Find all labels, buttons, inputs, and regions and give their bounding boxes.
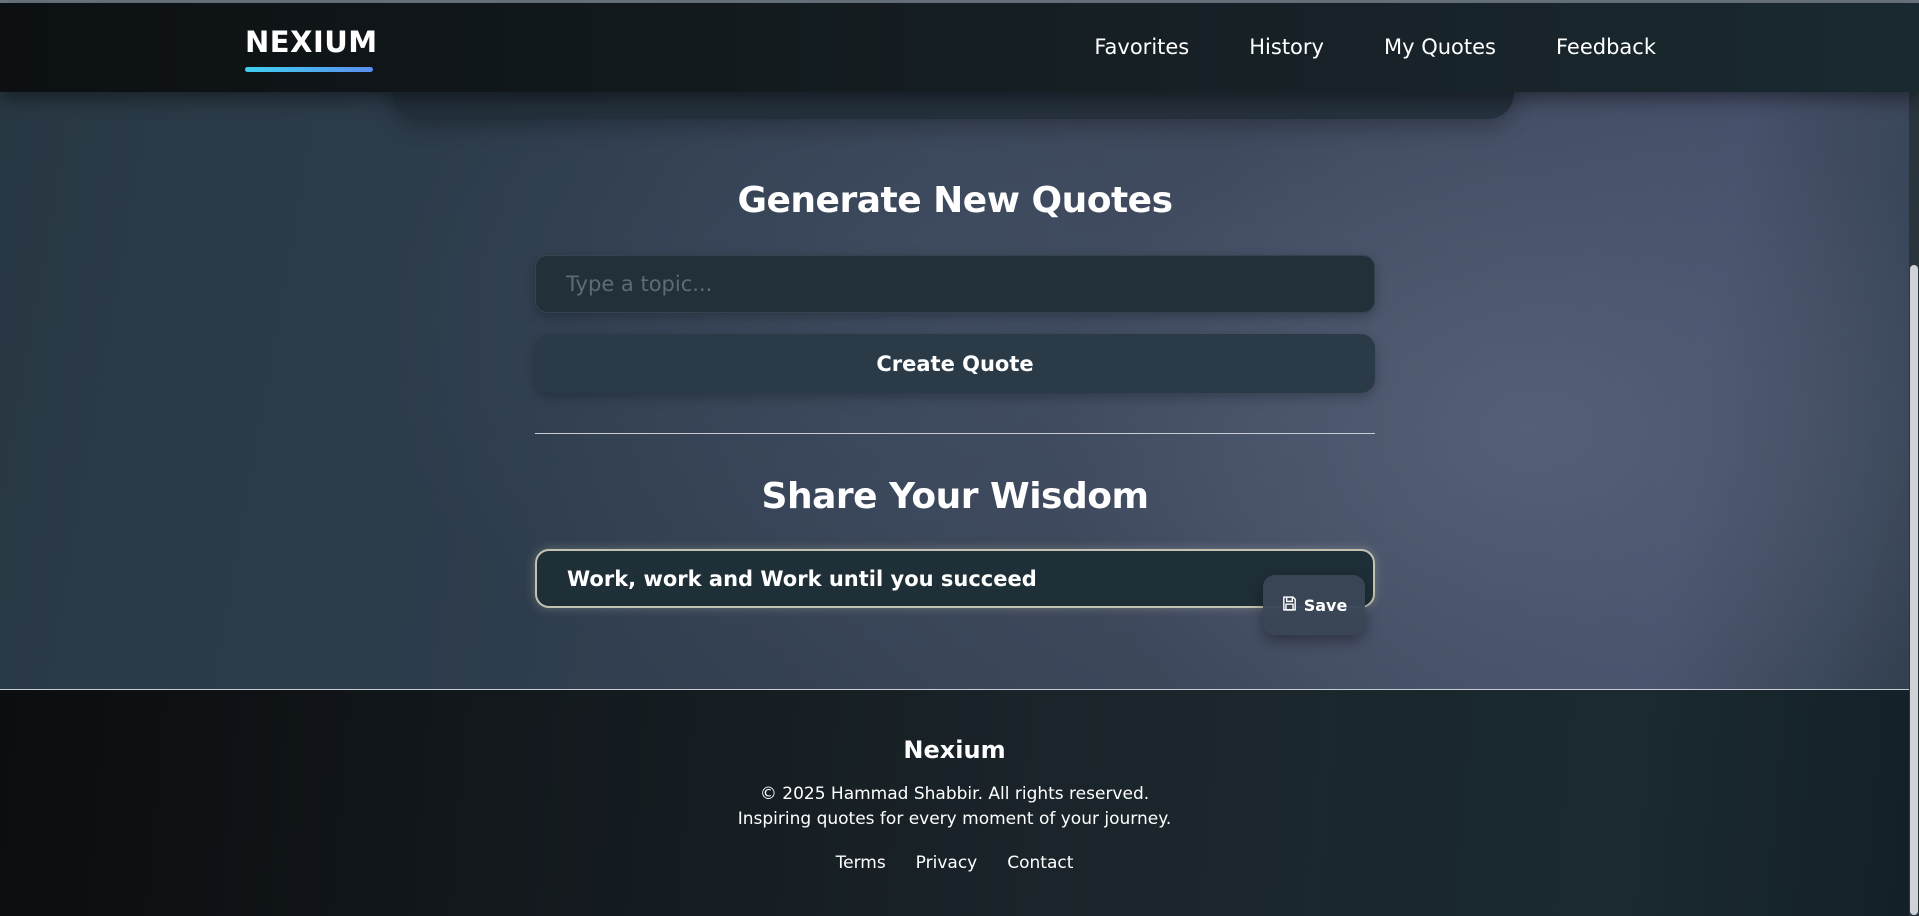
footer-copyright: © 2025 Hammad Shabbir. All rights reserv… — [759, 784, 1150, 804]
nav-link-feedback[interactable]: Feedback — [1556, 35, 1656, 59]
logo-underline — [245, 67, 373, 72]
save-label: Save — [1303, 595, 1348, 615]
logo[interactable]: NEXIUM — [245, 25, 378, 59]
footer-link-privacy[interactable]: Privacy — [916, 853, 978, 873]
save-icon — [1281, 595, 1298, 616]
wisdom-input[interactable] — [535, 549, 1375, 608]
footer: Nexium © 2025 Hammad Shabbir. All rights… — [0, 689, 1909, 916]
footer-links: Terms Privacy Contact — [0, 853, 1909, 873]
scrollbar-thumb[interactable] — [1910, 265, 1918, 915]
section-divider — [535, 433, 1375, 434]
nav-link-favorites[interactable]: Favorites — [1094, 35, 1189, 59]
footer-link-terms[interactable]: Terms — [836, 853, 886, 873]
nav-links: Favorites History My Quotes Feedback — [1094, 35, 1656, 59]
topic-input[interactable] — [535, 255, 1375, 313]
share-title: Share Your Wisdom — [761, 476, 1149, 517]
generate-title: Generate New Quotes — [737, 180, 1173, 221]
footer-brand: Nexium — [903, 736, 1006, 764]
save-button[interactable]: Save — [1263, 575, 1365, 635]
footer-tagline: Inspiring quotes for every moment of you… — [737, 809, 1172, 829]
nav-link-my-quotes[interactable]: My Quotes — [1384, 35, 1496, 59]
nav-link-history[interactable]: History — [1249, 35, 1324, 59]
create-quote-button[interactable]: Create Quote — [535, 334, 1375, 393]
navbar: NEXIUM Favorites History My Quotes Feedb… — [0, 3, 1919, 92]
footer-link-contact[interactable]: Contact — [1007, 853, 1073, 873]
